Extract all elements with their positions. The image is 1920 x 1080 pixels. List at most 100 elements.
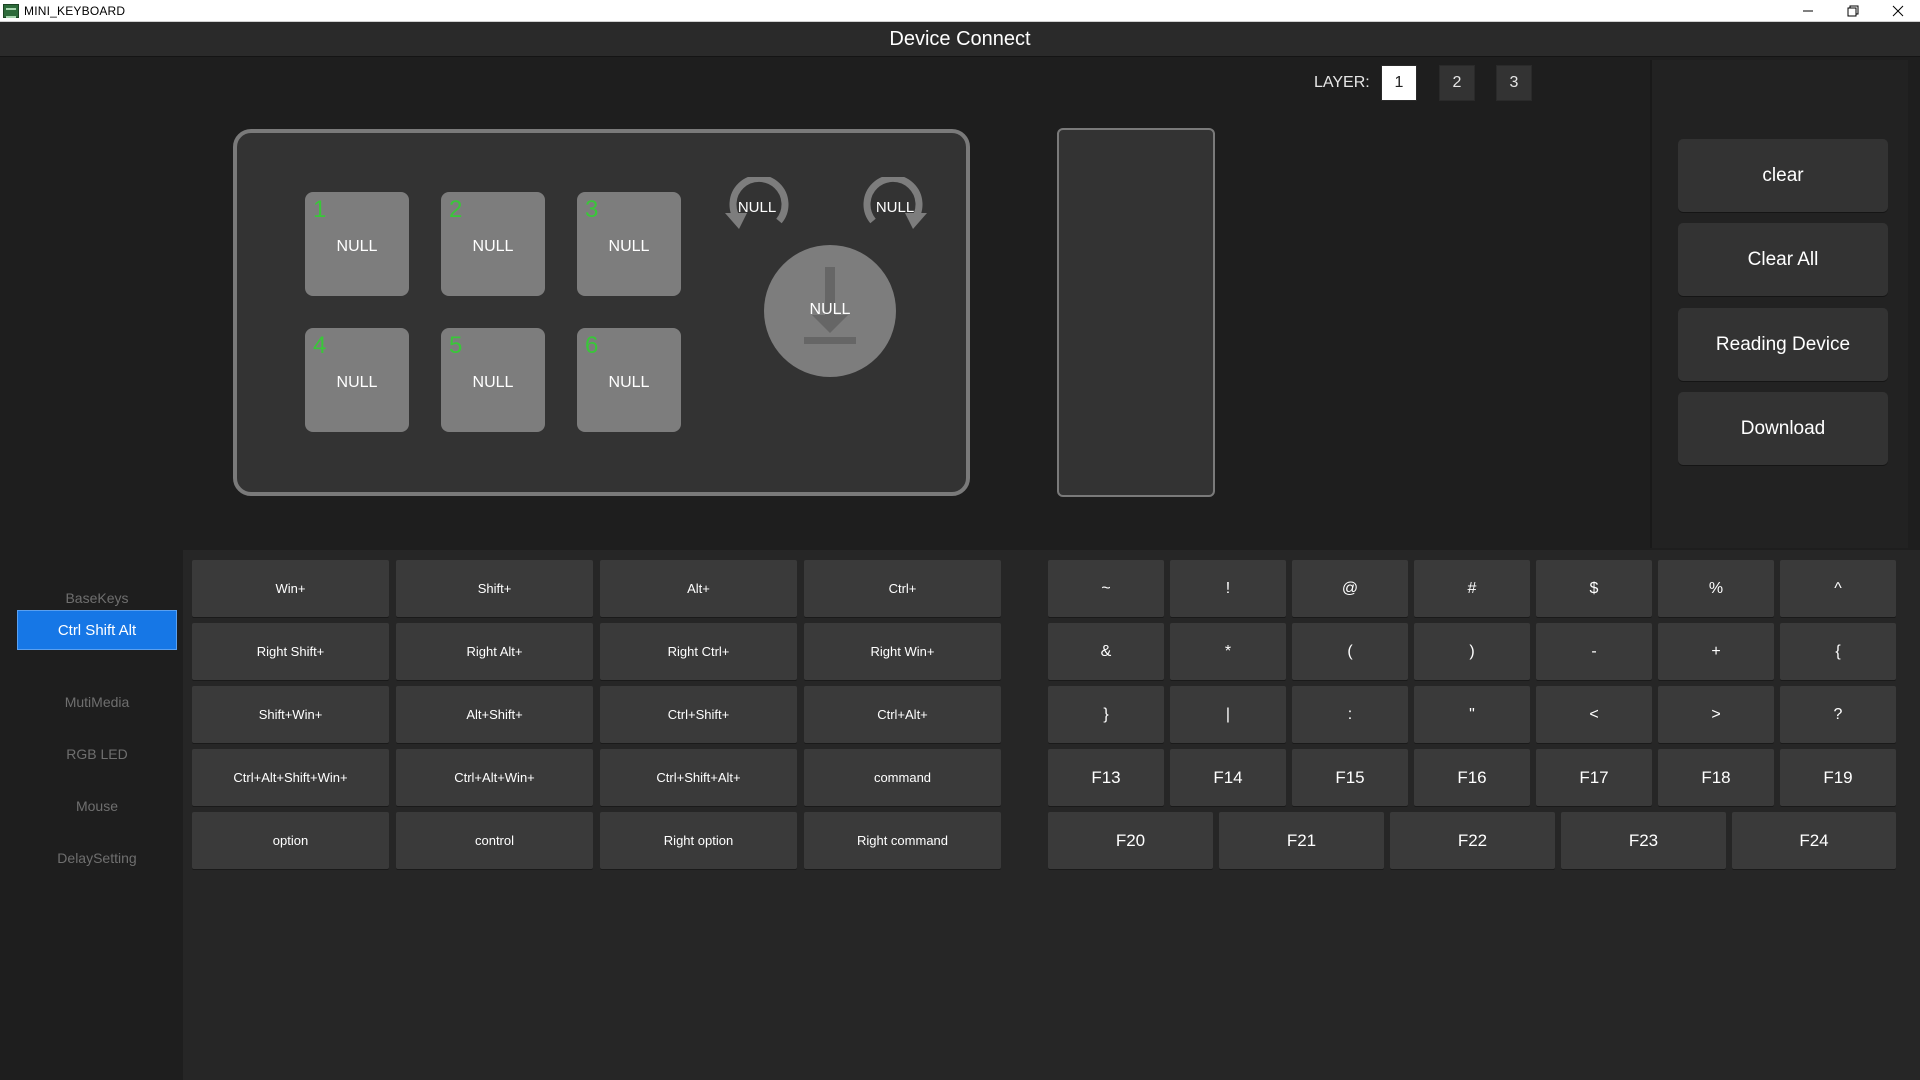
restore-icon[interactable]: [1830, 0, 1875, 22]
function-key[interactable]: F16: [1414, 749, 1530, 806]
action-panel: clear Clear All Reading Device Download: [1650, 60, 1908, 548]
symbol-key[interactable]: ": [1414, 686, 1530, 743]
symbol-key[interactable]: !: [1170, 560, 1286, 617]
symbol-key[interactable]: >: [1658, 686, 1774, 743]
knob-cw-label: NULL: [875, 199, 915, 216]
knob-ccw-label: NULL: [737, 199, 777, 216]
key-label: NULL: [472, 238, 514, 255]
key-label: NULL: [336, 374, 378, 391]
clear-all-button[interactable]: Clear All: [1678, 223, 1888, 296]
modifier-button[interactable]: Right Win+: [804, 623, 1001, 680]
symbol-key[interactable]: ^: [1780, 560, 1896, 617]
modifier-button[interactable]: Ctrl+Shift+: [600, 686, 797, 743]
layer-1-button[interactable]: 1: [1381, 65, 1417, 101]
symbol-key[interactable]: &: [1048, 623, 1164, 680]
nav-rgb-led[interactable]: RGB LED: [17, 734, 177, 774]
nav-mouse[interactable]: Mouse: [17, 786, 177, 826]
close-icon[interactable]: [1875, 0, 1920, 22]
modifier-button[interactable]: Alt+: [600, 560, 797, 617]
nav-delaysetting[interactable]: DelaySetting: [17, 838, 177, 878]
function-key[interactable]: F24: [1732, 812, 1896, 869]
modifier-button[interactable]: Right option: [600, 812, 797, 869]
symbol-key[interactable]: +: [1658, 623, 1774, 680]
download-button[interactable]: Download: [1678, 392, 1888, 465]
symbol-key[interactable]: }: [1048, 686, 1164, 743]
reading-device-button[interactable]: Reading Device: [1678, 308, 1888, 381]
modifier-button[interactable]: Right Ctrl+: [600, 623, 797, 680]
nav-mutimedia[interactable]: MutiMedia: [17, 682, 177, 722]
function-key[interactable]: F22: [1390, 812, 1555, 869]
key-4[interactable]: 4 NULL: [305, 328, 409, 432]
function-key[interactable]: F18: [1658, 749, 1774, 806]
symbol-key[interactable]: <: [1536, 686, 1652, 743]
function-key[interactable]: F14: [1170, 749, 1286, 806]
symbol-key[interactable]: ~: [1048, 560, 1164, 617]
key-selection-area: Win+ Shift+ Alt+ Ctrl+ Right Shift+ Righ…: [183, 550, 1920, 1080]
window-title: MINI_KEYBOARD: [24, 3, 126, 18]
layer-2-button[interactable]: 2: [1439, 65, 1475, 101]
function-key[interactable]: F21: [1219, 812, 1384, 869]
knob-press-button[interactable]: NULL: [764, 245, 896, 377]
title-bar: MINI_KEYBOARD: [0, 0, 1920, 22]
symbol-key[interactable]: :: [1292, 686, 1408, 743]
key-6[interactable]: 6 NULL: [577, 328, 681, 432]
symbol-key[interactable]: -: [1536, 623, 1652, 680]
key-number: 1: [313, 196, 327, 223]
connection-status: Device Connect: [889, 27, 1031, 50]
symbol-key[interactable]: {: [1780, 623, 1896, 680]
symbol-key[interactable]: ?: [1780, 686, 1896, 743]
modifier-button[interactable]: option: [192, 812, 389, 869]
symbol-key[interactable]: |: [1170, 686, 1286, 743]
key-number: 5: [449, 332, 463, 359]
function-key[interactable]: F19: [1780, 749, 1896, 806]
symbol-key[interactable]: $: [1536, 560, 1652, 617]
knob-rotate-right[interactable]: NULL: [855, 177, 935, 237]
preview-panel: [1057, 128, 1215, 497]
symbol-key[interactable]: %: [1658, 560, 1774, 617]
modifier-button[interactable]: Right Alt+: [396, 623, 593, 680]
modifier-button[interactable]: Shift+Win+: [192, 686, 389, 743]
modifier-button[interactable]: Right Shift+: [192, 623, 389, 680]
symbol-key[interactable]: (: [1292, 623, 1408, 680]
modifier-button[interactable]: Ctrl+Alt+Win+: [396, 749, 593, 806]
key-number: 3: [585, 196, 599, 223]
modifier-button[interactable]: Ctrl+Alt+Shift+Win+: [192, 749, 389, 806]
app-icon: [3, 3, 19, 18]
symbol-key[interactable]: ): [1414, 623, 1530, 680]
function-key[interactable]: F20: [1048, 812, 1213, 869]
key-1[interactable]: 1 NULL: [305, 192, 409, 296]
modifier-button[interactable]: Ctrl+: [804, 560, 1001, 617]
key-number: 6: [585, 332, 599, 359]
function-key[interactable]: F17: [1536, 749, 1652, 806]
modifier-button[interactable]: Win+: [192, 560, 389, 617]
knob-rotate-left[interactable]: NULL: [717, 177, 797, 237]
key-number: 4: [313, 332, 327, 359]
key-5[interactable]: 5 NULL: [441, 328, 545, 432]
layer-label: LAYER:: [1314, 74, 1370, 91]
function-key[interactable]: F15: [1292, 749, 1408, 806]
key-3[interactable]: 3 NULL: [577, 192, 681, 296]
modifier-button[interactable]: control: [396, 812, 593, 869]
symbol-key[interactable]: #: [1414, 560, 1530, 617]
clear-button[interactable]: clear: [1678, 139, 1888, 212]
modifier-button[interactable]: Shift+: [396, 560, 593, 617]
modifier-button[interactable]: Ctrl+Alt+: [804, 686, 1001, 743]
key-label: NULL: [608, 374, 650, 391]
key-label: NULL: [336, 238, 378, 255]
knob-press-label: NULL: [809, 301, 851, 318]
keyboard-panel: 1 NULL 2 NULL 3 NULL 4 NULL 5 NULL 6 NUL…: [233, 129, 970, 496]
symbol-key[interactable]: *: [1170, 623, 1286, 680]
symbol-key[interactable]: @: [1292, 560, 1408, 617]
connection-header: Device Connect: [0, 22, 1920, 57]
layer-3-button[interactable]: 3: [1496, 65, 1532, 101]
function-key[interactable]: F23: [1561, 812, 1726, 869]
modifier-button[interactable]: Alt+Shift+: [396, 686, 593, 743]
minimize-icon[interactable]: [1785, 0, 1830, 22]
function-key[interactable]: F13: [1048, 749, 1164, 806]
key-2[interactable]: 2 NULL: [441, 192, 545, 296]
key-label: NULL: [472, 374, 514, 391]
modifier-button[interactable]: command: [804, 749, 1001, 806]
nav-ctrl-shift-alt[interactable]: Ctrl Shift Alt: [17, 610, 177, 650]
modifier-button[interactable]: Ctrl+Shift+Alt+: [600, 749, 797, 806]
modifier-button[interactable]: Right command: [804, 812, 1001, 869]
